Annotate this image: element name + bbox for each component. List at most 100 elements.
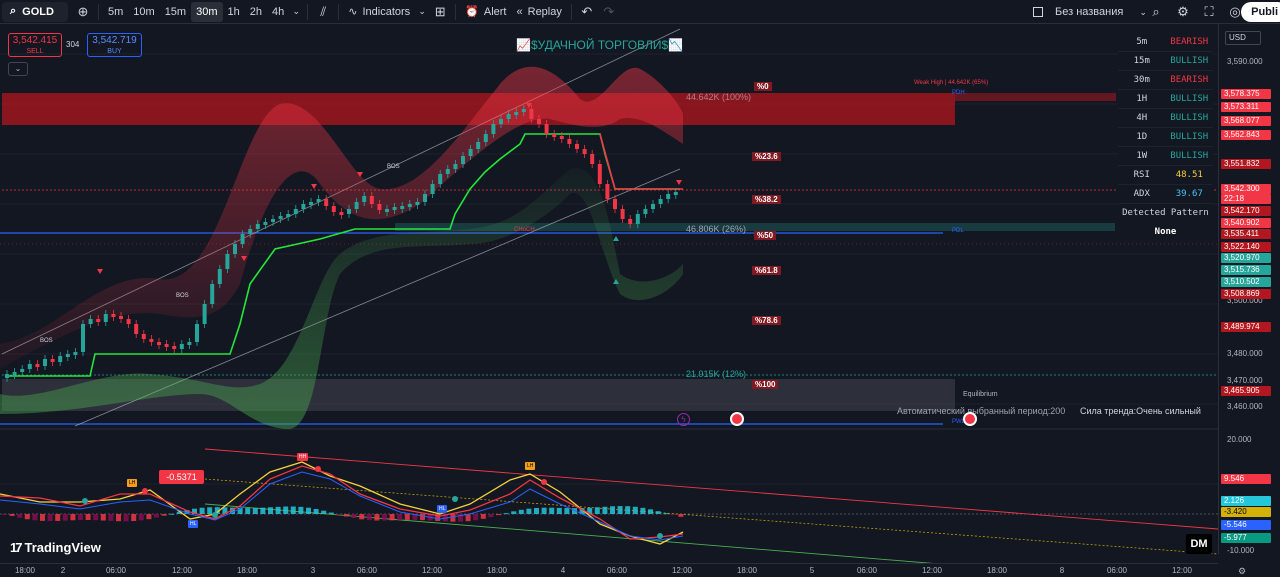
candle-type-icon[interactable]: ⫽ (312, 2, 334, 22)
publish-button[interactable]: Publi (1241, 2, 1280, 22)
currency-select[interactable]: USD (1225, 31, 1261, 45)
interval-15m-button[interactable]: 15m (160, 2, 191, 22)
osc-bar (116, 514, 121, 522)
interval-5m-button[interactable]: 5m (103, 2, 128, 22)
candle-body (240, 234, 245, 244)
candle-body (271, 219, 275, 222)
osc-bar (161, 514, 167, 516)
osc-value-badge: -0.5371 (159, 470, 204, 484)
candle-body (666, 194, 671, 199)
candle-body (35, 364, 40, 367)
rsi-label: RSI (1133, 170, 1150, 180)
undo-icon[interactable]: ↶ (576, 2, 598, 22)
candle-body (605, 184, 610, 199)
osc-bar (146, 514, 152, 520)
tf-label: 4H (1136, 113, 1148, 123)
price-axis[interactable]: USD 3,590.000 3,500.000 3,480.000 3,470.… (1218, 24, 1280, 555)
tf-label: 5m (1136, 37, 1148, 47)
gear-icon[interactable]: ⚙ (1172, 2, 1194, 22)
dm-badge[interactable]: DM (1186, 534, 1212, 554)
candle-body (157, 342, 161, 345)
chevron-down-icon[interactable]: ⌄ (415, 2, 429, 22)
time-tick: 2 (60, 566, 66, 575)
price-tag: -5.977 (1221, 533, 1271, 543)
alert-button[interactable]: ⏰ Alert (460, 2, 511, 22)
quick-search-icon[interactable]: ⌕ (1145, 2, 1167, 22)
candle-body (658, 199, 663, 204)
osc-bar (480, 514, 486, 519)
zone-top-label: 44.642K (100%) (686, 92, 752, 102)
osc-trend-upper (204, 448, 1218, 530)
tf-state: BULLISH (1170, 113, 1209, 123)
candle-body (468, 149, 473, 156)
collapse-chevron-icon[interactable]: ⌄ (8, 62, 28, 76)
chart-banner: 📈$УДАЧНОЙ ТОРГОВЛИ$📉 (516, 38, 684, 52)
candle-body (331, 206, 336, 212)
osc-bar (640, 507, 646, 514)
oscillator-pane (0, 448, 1218, 563)
candle-body (210, 284, 215, 304)
divider (338, 3, 340, 20)
redo-icon[interactable]: ↷ (598, 2, 620, 22)
us-flag-icon[interactable] (963, 412, 977, 426)
tradingview-logo[interactable]: 17 TradingView (10, 540, 101, 555)
lightning-icon[interactable]: ϟ (677, 413, 690, 426)
candle-body (195, 324, 199, 342)
candle-body (635, 214, 640, 224)
us-flag-icon[interactable] (730, 412, 744, 426)
fib-38-label: %38.2 (752, 195, 781, 204)
price-tag: 3,542.300 (1221, 184, 1271, 194)
osc-bar (245, 508, 251, 514)
price-tag: -5.546 (1221, 520, 1271, 530)
interval-30m-button[interactable]: 30m (191, 1, 223, 22)
candle-body (453, 164, 458, 169)
candle-body (316, 199, 321, 202)
auto-period-label: Автоматический выбранный период:200 (897, 406, 1066, 416)
interval-4h-button[interactable]: 4h (267, 2, 289, 22)
interval-2h-button[interactable]: 2h (245, 2, 267, 22)
osc-bar (47, 514, 53, 522)
candle-body (43, 359, 47, 366)
interval-10m-button[interactable]: 10m (128, 2, 159, 22)
candle-body (81, 324, 85, 352)
osc-bar (534, 507, 539, 514)
candle-body (27, 364, 32, 369)
sell-button[interactable]: 3,542.415 SELL (8, 33, 62, 57)
osc-bar (420, 514, 425, 521)
settings-icon[interactable]: ⚙ (1238, 566, 1246, 577)
candle-body (111, 314, 116, 317)
divider (570, 3, 572, 20)
tv-logo-icon: 17 (10, 540, 23, 555)
axis-tick: 3,470.000 (1227, 376, 1263, 385)
replay-button[interactable]: « Replay (512, 2, 567, 22)
candle-body (392, 207, 397, 210)
price-tag: 3,568.077 (1221, 116, 1271, 126)
fib-0-label: %0 (754, 82, 772, 91)
price-tag: 3,515.736 (1221, 265, 1271, 275)
candle-body (597, 164, 602, 184)
add-symbol-icon[interactable]: ⊕ (72, 2, 94, 22)
table-row: 4H BULLISH (1118, 109, 1213, 128)
divider (307, 3, 309, 20)
layout-grid-icon[interactable]: ⊞ (429, 2, 451, 22)
osc-bar (663, 513, 669, 515)
time-axis[interactable]: 18:00 2 06:00 12:00 18:00 3 06:00 12:00 18:00 4 06… (0, 563, 1218, 577)
fullscreen-icon[interactable]: ⛶ (1198, 2, 1220, 22)
chevron-down-icon[interactable]: ⌄ (289, 2, 303, 22)
buy-button[interactable]: 3,542.719 BUY (87, 33, 142, 57)
osc-bar (70, 514, 76, 521)
osc-marker-hl: HL (188, 520, 199, 528)
osc-marker-hh: HH (297, 453, 309, 461)
candle-body (126, 319, 131, 324)
indicators-button[interactable]: ∿ Indicators (343, 2, 415, 22)
osc-bar (511, 511, 517, 514)
osc-bar (541, 507, 547, 514)
layout-name-button[interactable]: Без названия ⌄ (1033, 2, 1147, 22)
osc-bar (389, 514, 395, 521)
trend-status-table: 5m BEARISH 15m BULLISH 30m BEARISH 1H BULLIS… (1118, 33, 1213, 242)
interval-1h-button[interactable]: 1h (223, 2, 245, 22)
osc-bar (199, 507, 205, 514)
candle-body (103, 314, 108, 322)
top-toolbar: ⌕ GOLD ⊕ 5m 10m 15m 30m 1h 2h 4h ⌄ ⫽ ∿ I… (0, 0, 1280, 24)
symbol-search-button[interactable]: ⌕ GOLD (2, 1, 68, 22)
